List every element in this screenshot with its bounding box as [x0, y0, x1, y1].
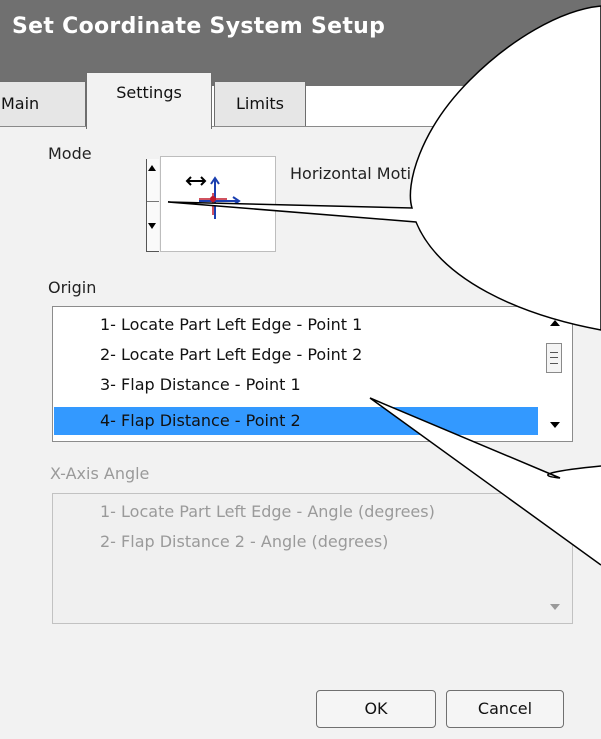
mode-value-text: Horizontal Moti	[290, 164, 412, 183]
list-item[interactable]: 2- Locate Part Left Edge - Point 2	[54, 341, 538, 369]
tab-strip: Main Settings Limits	[0, 72, 601, 129]
list-item: 1- Locate Part Left Edge - Angle (degree…	[100, 502, 435, 521]
scroll-down-icon[interactable]	[550, 422, 560, 428]
origin-scrollbar[interactable]	[539, 308, 571, 440]
crosshair-axes-icon	[185, 176, 241, 219]
spinner-divider	[147, 201, 159, 202]
list-item[interactable]: 3- Flap Distance - Point 1	[54, 371, 538, 399]
x-axis-angle-listbox: 1- Locate Part Left Edge - Angle (degree…	[52, 493, 573, 624]
mode-label: Mode	[48, 144, 92, 163]
x-axis-angle-label: X-Axis Angle	[50, 464, 150, 483]
tab-limits[interactable]: Limits	[214, 81, 306, 129]
window-title: Set Coordinate System Setup	[12, 14, 386, 39]
origin-label: Origin	[48, 278, 97, 297]
scroll-up-icon[interactable]	[550, 320, 560, 326]
tab-settings[interactable]: Settings	[86, 72, 212, 129]
mode-spinner[interactable]	[146, 159, 159, 252]
cancel-button[interactable]: Cancel	[446, 690, 564, 728]
list-item[interactable]: 1- Locate Part Left Edge - Point 1	[54, 311, 538, 339]
spin-up-icon[interactable]	[148, 165, 156, 171]
x-axis-scrollbar	[539, 495, 571, 622]
tab-main[interactable]: Main	[0, 81, 86, 129]
ok-button[interactable]: OK	[316, 690, 436, 728]
mode-image	[160, 156, 276, 252]
spin-down-icon[interactable]	[148, 223, 156, 229]
origin-listbox[interactable]: 1- Locate Part Left Edge - Point 1 2- Lo…	[52, 306, 573, 442]
scroll-thumb[interactable]	[546, 343, 562, 373]
list-item: 2- Flap Distance 2 - Angle (degrees)	[100, 532, 389, 551]
list-item-selected[interactable]: 4- Flap Distance - Point 2	[54, 407, 538, 435]
scroll-up-icon	[550, 507, 560, 513]
scroll-down-icon	[550, 604, 560, 610]
